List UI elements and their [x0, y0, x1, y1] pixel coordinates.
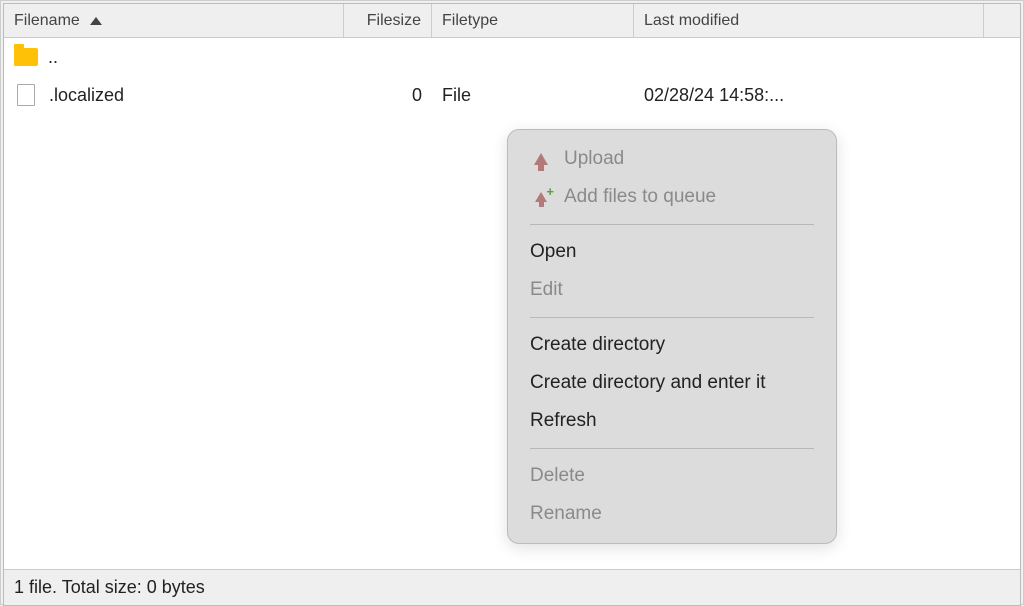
status-bar: 1 file. Total size: 0 bytes	[4, 569, 1020, 605]
parent-directory-row[interactable]: ..	[4, 38, 1020, 76]
file-type: File	[442, 85, 471, 106]
column-label-lastmodified: Last modified	[644, 12, 739, 30]
header-row: Filename Filesize Filetype Last modified	[4, 4, 1020, 38]
menu-create-directory-label: Create directory	[530, 334, 665, 356]
context-menu: Upload + Add files to queue Open Edit Cr…	[507, 129, 837, 544]
column-header-filesize[interactable]: Filesize	[344, 4, 432, 37]
menu-open[interactable]: Open	[508, 233, 836, 271]
file-size-cell: 0	[344, 81, 432, 110]
menu-upload: Upload	[508, 140, 836, 178]
column-header-filename[interactable]: Filename	[4, 4, 344, 37]
parent-directory-cell: ..	[4, 43, 344, 72]
menu-delete-label: Delete	[530, 465, 585, 487]
menu-create-directory-enter-label: Create directory and enter it	[530, 372, 766, 394]
column-label-filetype: Filetype	[442, 12, 498, 30]
menu-add-queue: + Add files to queue	[508, 178, 836, 216]
menu-create-directory[interactable]: Create directory	[508, 326, 836, 364]
menu-edit-label: Edit	[530, 279, 563, 301]
menu-rename: Rename	[508, 495, 836, 533]
sort-ascending-icon	[90, 17, 102, 25]
add-to-queue-icon: +	[530, 186, 552, 208]
menu-refresh-label: Refresh	[530, 410, 597, 432]
menu-add-queue-label: Add files to queue	[564, 186, 716, 208]
column-header-lastmodified[interactable]: Last modified	[634, 4, 984, 37]
menu-upload-label: Upload	[564, 148, 624, 170]
file-size: 0	[412, 85, 422, 106]
menu-edit: Edit	[508, 271, 836, 309]
file-icon	[17, 84, 35, 106]
file-modified: 02/28/24 14:58:...	[644, 85, 784, 106]
folder-icon	[14, 48, 38, 66]
file-name: .localized	[49, 85, 124, 106]
menu-separator	[530, 448, 814, 449]
menu-separator	[530, 224, 814, 225]
file-name-cell: .localized	[4, 80, 344, 110]
file-modified-cell: 02/28/24 14:58:...	[634, 81, 984, 110]
menu-separator	[530, 317, 814, 318]
file-type-cell: File	[432, 81, 634, 110]
parent-directory-name: ..	[48, 47, 58, 68]
status-text: 1 file. Total size: 0 bytes	[14, 577, 205, 598]
column-header-spacer	[984, 4, 1020, 37]
column-label-filename: Filename	[14, 12, 80, 30]
column-label-filesize: Filesize	[367, 12, 421, 30]
file-row[interactable]: .localized 0 File 02/28/24 14:58:...	[4, 76, 1020, 114]
menu-create-directory-enter[interactable]: Create directory and enter it	[508, 364, 836, 402]
menu-rename-label: Rename	[530, 503, 602, 525]
column-header-filetype[interactable]: Filetype	[432, 4, 634, 37]
upload-icon	[530, 148, 552, 170]
menu-delete: Delete	[508, 457, 836, 495]
menu-refresh[interactable]: Refresh	[508, 402, 836, 440]
menu-open-label: Open	[530, 241, 576, 263]
